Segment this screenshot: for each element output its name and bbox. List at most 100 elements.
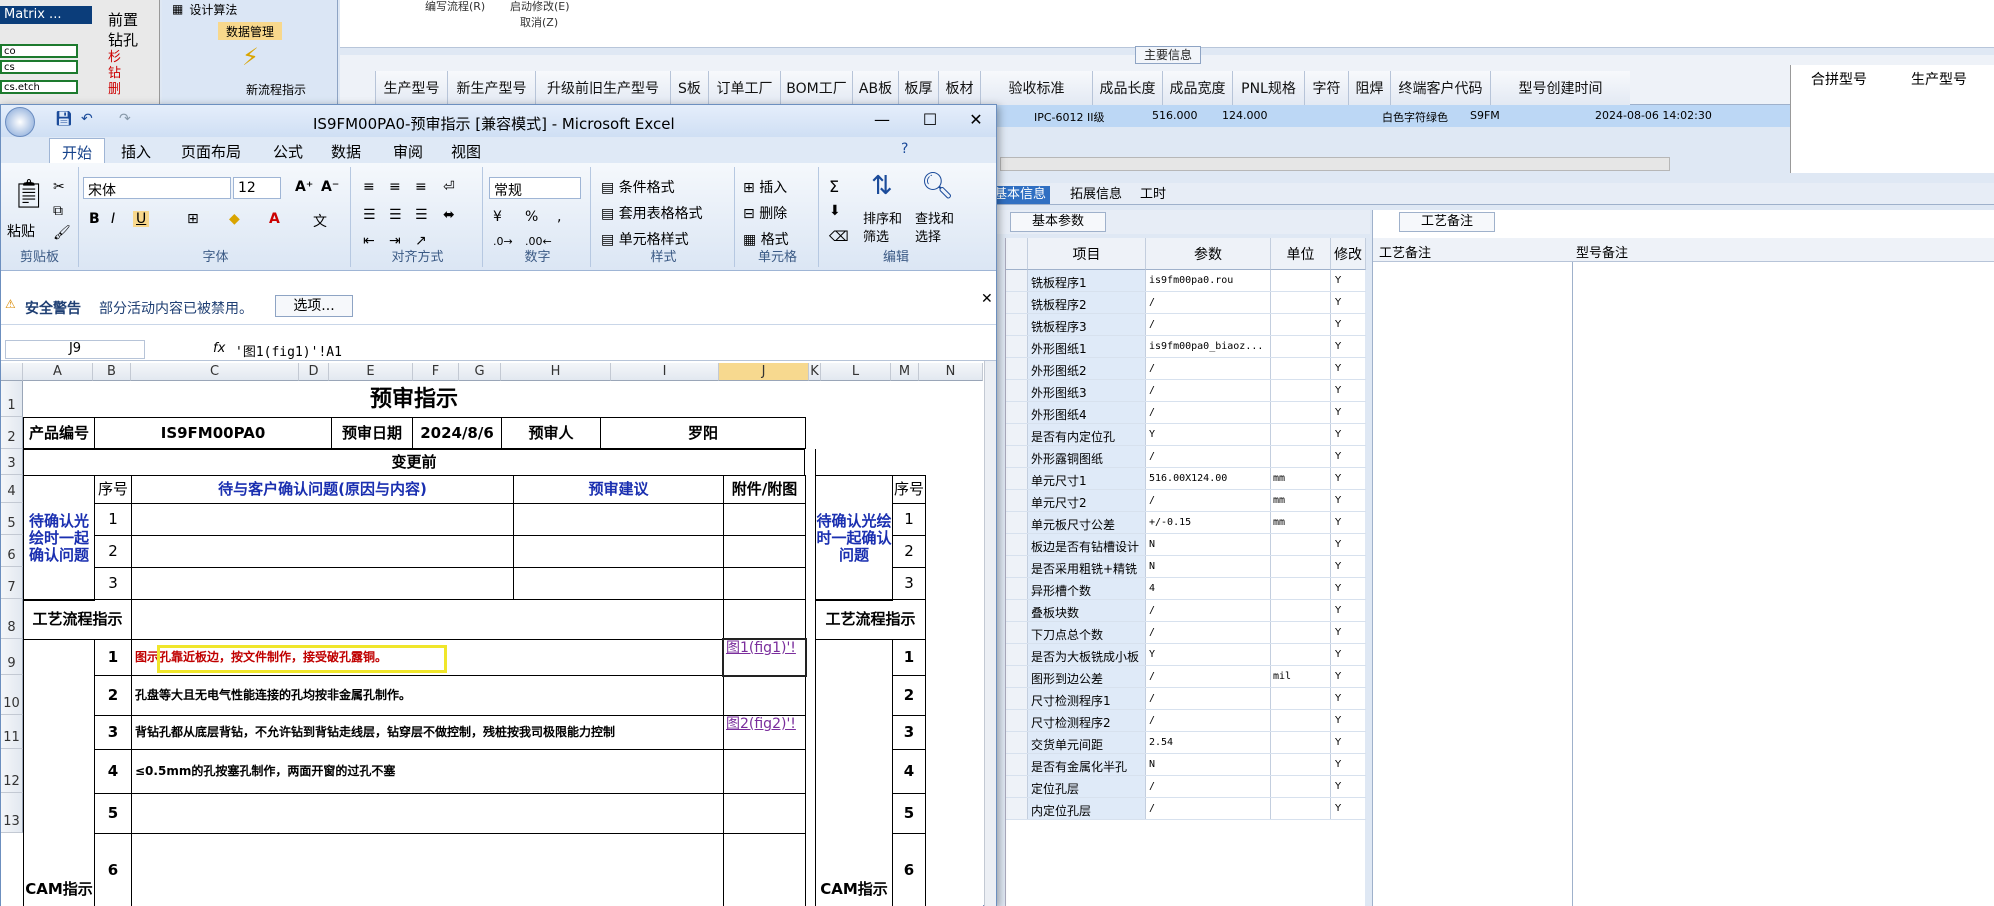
row-selector[interactable] <box>1006 424 1028 445</box>
param-modify[interactable]: Y <box>1331 336 1366 357</box>
param-row[interactable]: 外形图纸3/ Y <box>1006 380 1366 402</box>
formula-input[interactable]: '图1(fig1)'!A1 <box>235 341 342 360</box>
row-selector[interactable] <box>1006 292 1028 313</box>
param-row[interactable]: 是否采用粗铣+精铣 N Y <box>1006 556 1366 578</box>
param-modify[interactable]: Y <box>1331 292 1366 313</box>
menu-item[interactable]: 启动修改(E) <box>510 0 570 14</box>
param-value[interactable]: / <box>1146 776 1271 797</box>
param-modify[interactable]: Y <box>1331 402 1366 423</box>
column-header[interactable]: L <box>821 363 891 381</box>
param-row[interactable]: 铣板程序3/ Y <box>1006 314 1366 336</box>
cam-seq-cell[interactable]: 1 <box>94 639 132 676</box>
advice-cell[interactable] <box>513 535 724 568</box>
param-row[interactable]: 外形露铜图纸 / Y <box>1006 446 1366 468</box>
param-modify[interactable]: Y <box>1331 446 1366 467</box>
row-selector[interactable] <box>1006 336 1028 357</box>
cam-seq-cell[interactable]: 3 <box>94 715 132 750</box>
attachment-link[interactable] <box>723 675 806 716</box>
options-button[interactable]: 选项... <box>275 295 353 317</box>
param-header[interactable]: 项目 <box>1028 238 1146 270</box>
column-header[interactable]: A <box>23 363 93 381</box>
param-value[interactable]: 4 <box>1146 578 1271 599</box>
currency-icon[interactable]: ¥ <box>493 209 502 225</box>
sort-filter-button[interactable]: 排序和筛选 <box>863 211 913 247</box>
param-row[interactable]: 交货单元间距 2.54 Y <box>1006 732 1366 754</box>
grid-col-header[interactable]: PNL规格 <box>1232 71 1304 105</box>
issue-cell[interactable] <box>131 567 514 600</box>
tab-view[interactable]: 视图 <box>451 141 481 162</box>
param-row[interactable]: 下刀点总个数 / Y <box>1006 622 1366 644</box>
tool-data-management[interactable]: 数据管理 <box>218 22 283 40</box>
cam-item-cell[interactable] <box>131 833 724 906</box>
clear-icon[interactable]: ⌫ <box>829 229 849 245</box>
issue-cell[interactable] <box>131 535 514 568</box>
attachment-link[interactable]: 图2(fig2)'! <box>723 715 806 750</box>
attach-cell[interactable] <box>723 535 806 568</box>
param-value[interactable]: 2.54 <box>1146 732 1271 753</box>
param-value[interactable]: / <box>1146 798 1271 819</box>
row-header[interactable]: 1 <box>1 381 23 417</box>
table-format-button[interactable]: ▤ 套用表格格式 <box>601 203 703 223</box>
cam-seq-cell-right[interactable]: 3 <box>892 715 926 750</box>
maximize-icon[interactable]: ☐ <box>915 109 945 131</box>
phonetic-icon[interactable]: 文 <box>313 211 327 231</box>
align-right-icon[interactable]: ☰ <box>415 207 428 223</box>
fill-color-icon[interactable]: ◆ <box>229 211 240 227</box>
redo-icon[interactable]: ↷ <box>119 111 131 127</box>
param-value[interactable]: N <box>1146 754 1271 775</box>
seq-cell[interactable]: 1 <box>94 503 132 536</box>
param-modify[interactable]: Y <box>1331 512 1366 533</box>
grid-col-header[interactable]: 订单工厂 <box>708 71 780 105</box>
attach-cell[interactable] <box>723 503 806 536</box>
grid-col-header[interactable]: 终端客户代码 <box>1390 71 1490 105</box>
grid-col-header[interactable]: 升级前旧生产型号 <box>535 71 670 105</box>
process-attach-cell[interactable] <box>723 599 806 640</box>
help-icon[interactable]: ? <box>901 141 908 157</box>
param-row[interactable]: 尺寸检测程序1/ Y <box>1006 688 1366 710</box>
param-modify[interactable]: Y <box>1331 358 1366 379</box>
find-select-button[interactable]: 查找和选择 <box>915 211 965 247</box>
cam-item-cell[interactable]: ≤0.5mm的孔按塞孔制作，两面开窗的过孔不塞 <box>131 749 724 794</box>
param-row[interactable]: 定位孔层 / Y <box>1006 776 1366 798</box>
cam-seq-cell-right[interactable]: 6 <box>892 833 926 906</box>
font-name-select[interactable]: 宋体 <box>83 177 231 199</box>
grid-col-header[interactable]: AB板 <box>852 71 898 105</box>
close-icon[interactable]: ✕ <box>961 109 991 131</box>
tool-new-process[interactable]: 新流程指示 <box>246 80 306 98</box>
save-icon[interactable]: 💾︎ <box>55 111 73 127</box>
param-value[interactable]: +/-0.15 <box>1146 512 1271 533</box>
column-header[interactable]: C <box>131 363 299 381</box>
attachment-link[interactable] <box>723 749 806 794</box>
param-value[interactable]: / <box>1146 622 1271 643</box>
row-header[interactable]: 11 <box>1 715 23 749</box>
param-row[interactable]: 外形图纸4/ Y <box>1006 402 1366 424</box>
selected-grid-row[interactable]: IPC-6012 II级 516.000 124.000 白色字符 绿色 S9F… <box>990 105 1790 127</box>
param-modify[interactable]: Y <box>1331 710 1366 731</box>
column-header[interactable]: M <box>891 363 919 381</box>
reviewer-label[interactable]: 预审人 <box>501 417 601 449</box>
param-modify[interactable]: Y <box>1331 314 1366 335</box>
grid-col-header[interactable]: 板材 <box>938 71 980 105</box>
param-value[interactable]: / <box>1146 380 1271 401</box>
align-middle-icon[interactable]: ≡ <box>389 179 401 195</box>
confirm-label-right[interactable]: 待确认光绘时一起确认问题 <box>815 475 893 601</box>
tab-review[interactable]: 审阅 <box>393 141 423 162</box>
param-value[interactable]: 516.00X124.00 <box>1146 468 1271 489</box>
grid-col-header[interactable]: 生产型号 <box>375 71 447 105</box>
row-header[interactable]: 7 <box>1 567 23 599</box>
row-selector[interactable] <box>1006 622 1028 643</box>
param-row[interactable]: 是否为大板铣成小板 Y Y <box>1006 644 1366 666</box>
cam-seq-cell[interactable]: 6 <box>94 833 132 906</box>
fx-icon[interactable]: fx <box>213 341 225 356</box>
param-modify[interactable]: Y <box>1331 666 1366 687</box>
tab-page-layout[interactable]: 页面布局 <box>181 141 241 162</box>
row-selector[interactable] <box>1006 776 1028 797</box>
seq-cell-right[interactable]: 2 <box>892 535 926 568</box>
tab-insert[interactable]: 插入 <box>121 141 151 162</box>
comma-icon[interactable]: , <box>557 209 561 225</box>
row-header[interactable]: 6 <box>1 535 23 567</box>
shrink-font-icon[interactable]: A⁻ <box>321 179 339 195</box>
column-header[interactable]: F <box>413 363 459 381</box>
grid-col-header[interactable]: 阻焊 <box>1348 71 1390 105</box>
tree-item[interactable]: 钻孔 <box>108 30 163 50</box>
